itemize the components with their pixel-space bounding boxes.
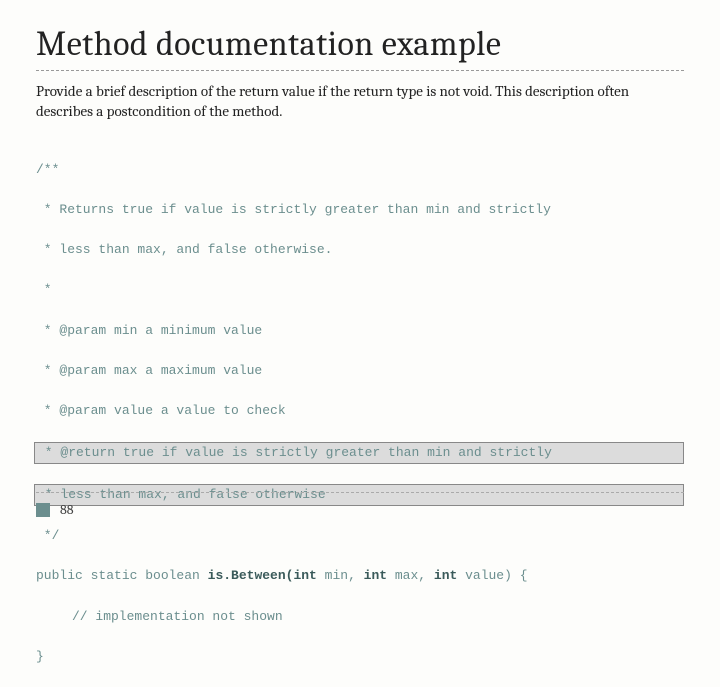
footer-bullet-icon (36, 503, 50, 517)
code-line-highlight: * @return true if value is strictly grea… (34, 442, 684, 464)
code-line: */ (36, 526, 684, 546)
page-number: 88 (60, 501, 74, 518)
description-text: Provide a brief description of the retur… (36, 81, 684, 122)
code-line: * (36, 280, 684, 300)
slide-footer: 88 (36, 492, 684, 518)
code-line: // implementation not shown (36, 607, 684, 627)
code-line: * Returns true if value is strictly grea… (36, 200, 684, 220)
code-block: /** * Returns true if value is strictly … (36, 140, 684, 687)
code-line: /** (36, 160, 684, 180)
code-line: * @param min a minimum value (36, 321, 684, 341)
code-line: } (36, 647, 684, 667)
page-title: Method documentation example (36, 24, 684, 64)
code-line: * @param value a value to check (36, 401, 684, 421)
code-line: * @param max a maximum value (36, 361, 684, 381)
title-divider (36, 70, 684, 71)
footer-divider (36, 492, 684, 493)
code-line: * less than max, and false otherwise. (36, 240, 684, 260)
code-line-signature: public static boolean is.Between(int min… (36, 566, 684, 586)
